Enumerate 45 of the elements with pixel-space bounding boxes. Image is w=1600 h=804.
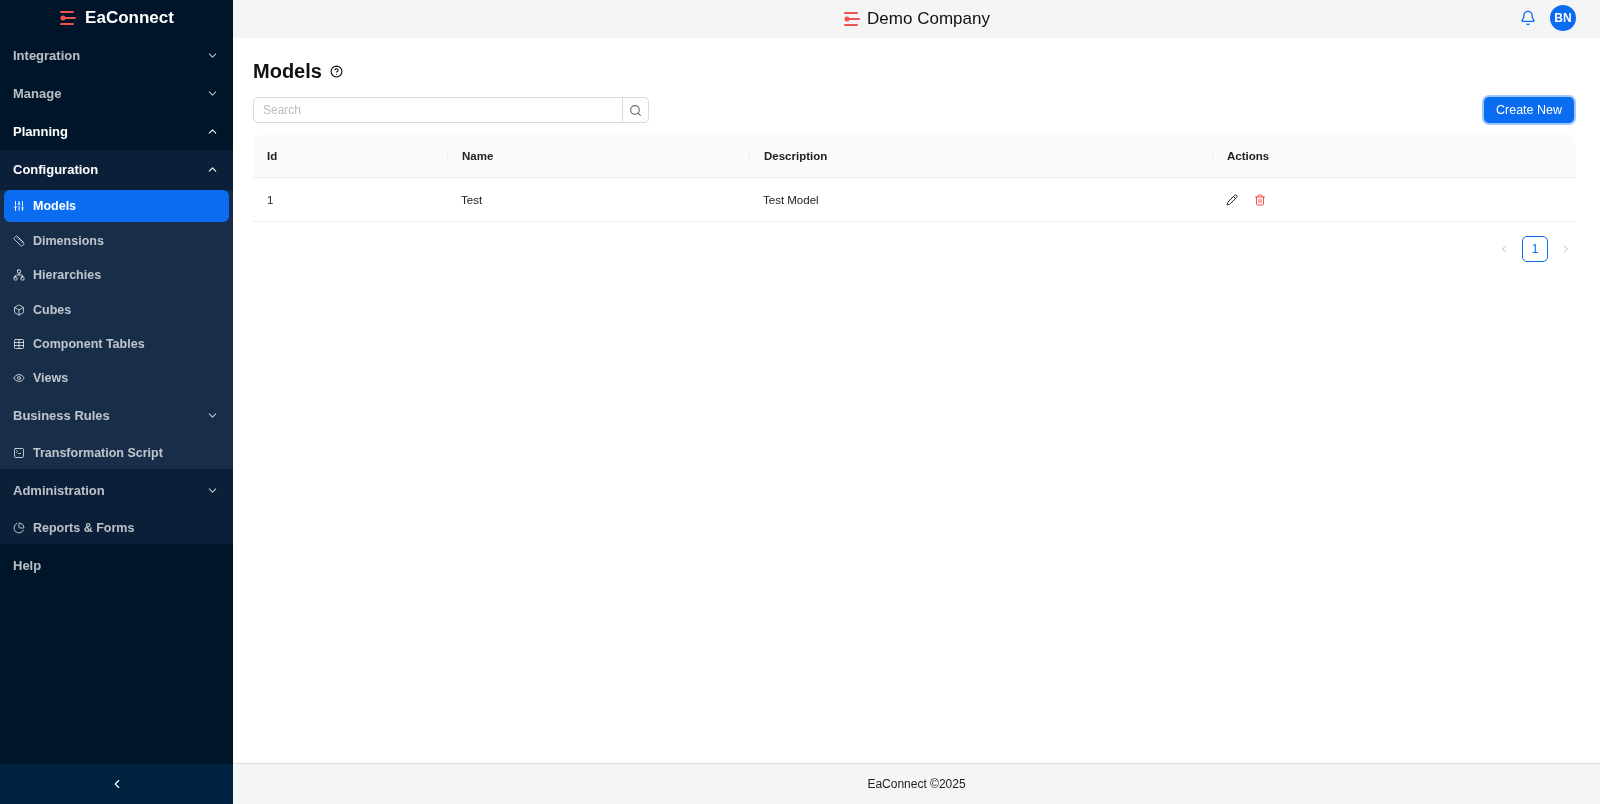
menu-group[interactable]: Manage xyxy=(0,74,233,112)
logo-icon xyxy=(843,11,862,27)
eye-icon xyxy=(13,372,25,385)
cube-icon xyxy=(13,303,25,316)
menu-item[interactable]: Component Tables xyxy=(4,327,229,360)
menu-item[interactable]: Dimensions xyxy=(4,224,229,257)
table-cell-text: Test Model xyxy=(762,193,820,206)
column-header: Id xyxy=(266,150,279,162)
help-icon[interactable] xyxy=(329,65,343,78)
menu-item[interactable]: Views xyxy=(4,362,229,395)
table-cell-text: 1 xyxy=(266,193,275,206)
menu-item[interactable]: Transformation Script xyxy=(4,437,229,470)
ruler-icon xyxy=(13,234,25,247)
column-header: Description xyxy=(749,150,1212,162)
table-cell-text: Test xyxy=(460,193,484,206)
table-icon xyxy=(13,337,25,350)
brand-name: EaConnect xyxy=(85,8,174,28)
terminal-icon xyxy=(13,447,25,460)
menu-item[interactable]: Reports & Forms xyxy=(4,511,229,544)
sliders-icon xyxy=(13,200,25,213)
pie-chart-icon xyxy=(13,521,25,534)
bell-icon[interactable] xyxy=(1520,10,1536,26)
menu-group[interactable]: Planning xyxy=(0,112,233,150)
search-icon xyxy=(629,103,642,117)
menu-item[interactable]: Cubes xyxy=(4,293,229,326)
page-title: Models xyxy=(253,60,322,83)
column-header: Name xyxy=(447,150,749,162)
edit-button[interactable] xyxy=(1226,193,1238,206)
logo-icon xyxy=(59,10,78,26)
trash-icon xyxy=(1254,193,1266,206)
pencil-icon xyxy=(1226,193,1238,206)
menu-item[interactable]: Hierarchies xyxy=(4,259,229,292)
menu-group[interactable]: Integration xyxy=(0,36,233,74)
company-name: Demo Company xyxy=(867,9,990,29)
avatar[interactable]: BN xyxy=(1550,5,1576,31)
hierarchy-icon xyxy=(13,269,25,282)
delete-button[interactable] xyxy=(1254,193,1266,206)
footer-text: EaConnect ©2025 xyxy=(867,777,966,791)
page-button[interactable]: 1 xyxy=(1522,236,1548,262)
search-button[interactable] xyxy=(623,97,649,123)
create-new-button[interactable]: Create New xyxy=(1484,97,1574,123)
column-header: Actions xyxy=(1212,150,1576,162)
menu-item[interactable]: Help xyxy=(0,546,233,585)
search-field[interactable]: Search xyxy=(253,97,623,123)
menu-item[interactable]: Models xyxy=(4,190,229,223)
